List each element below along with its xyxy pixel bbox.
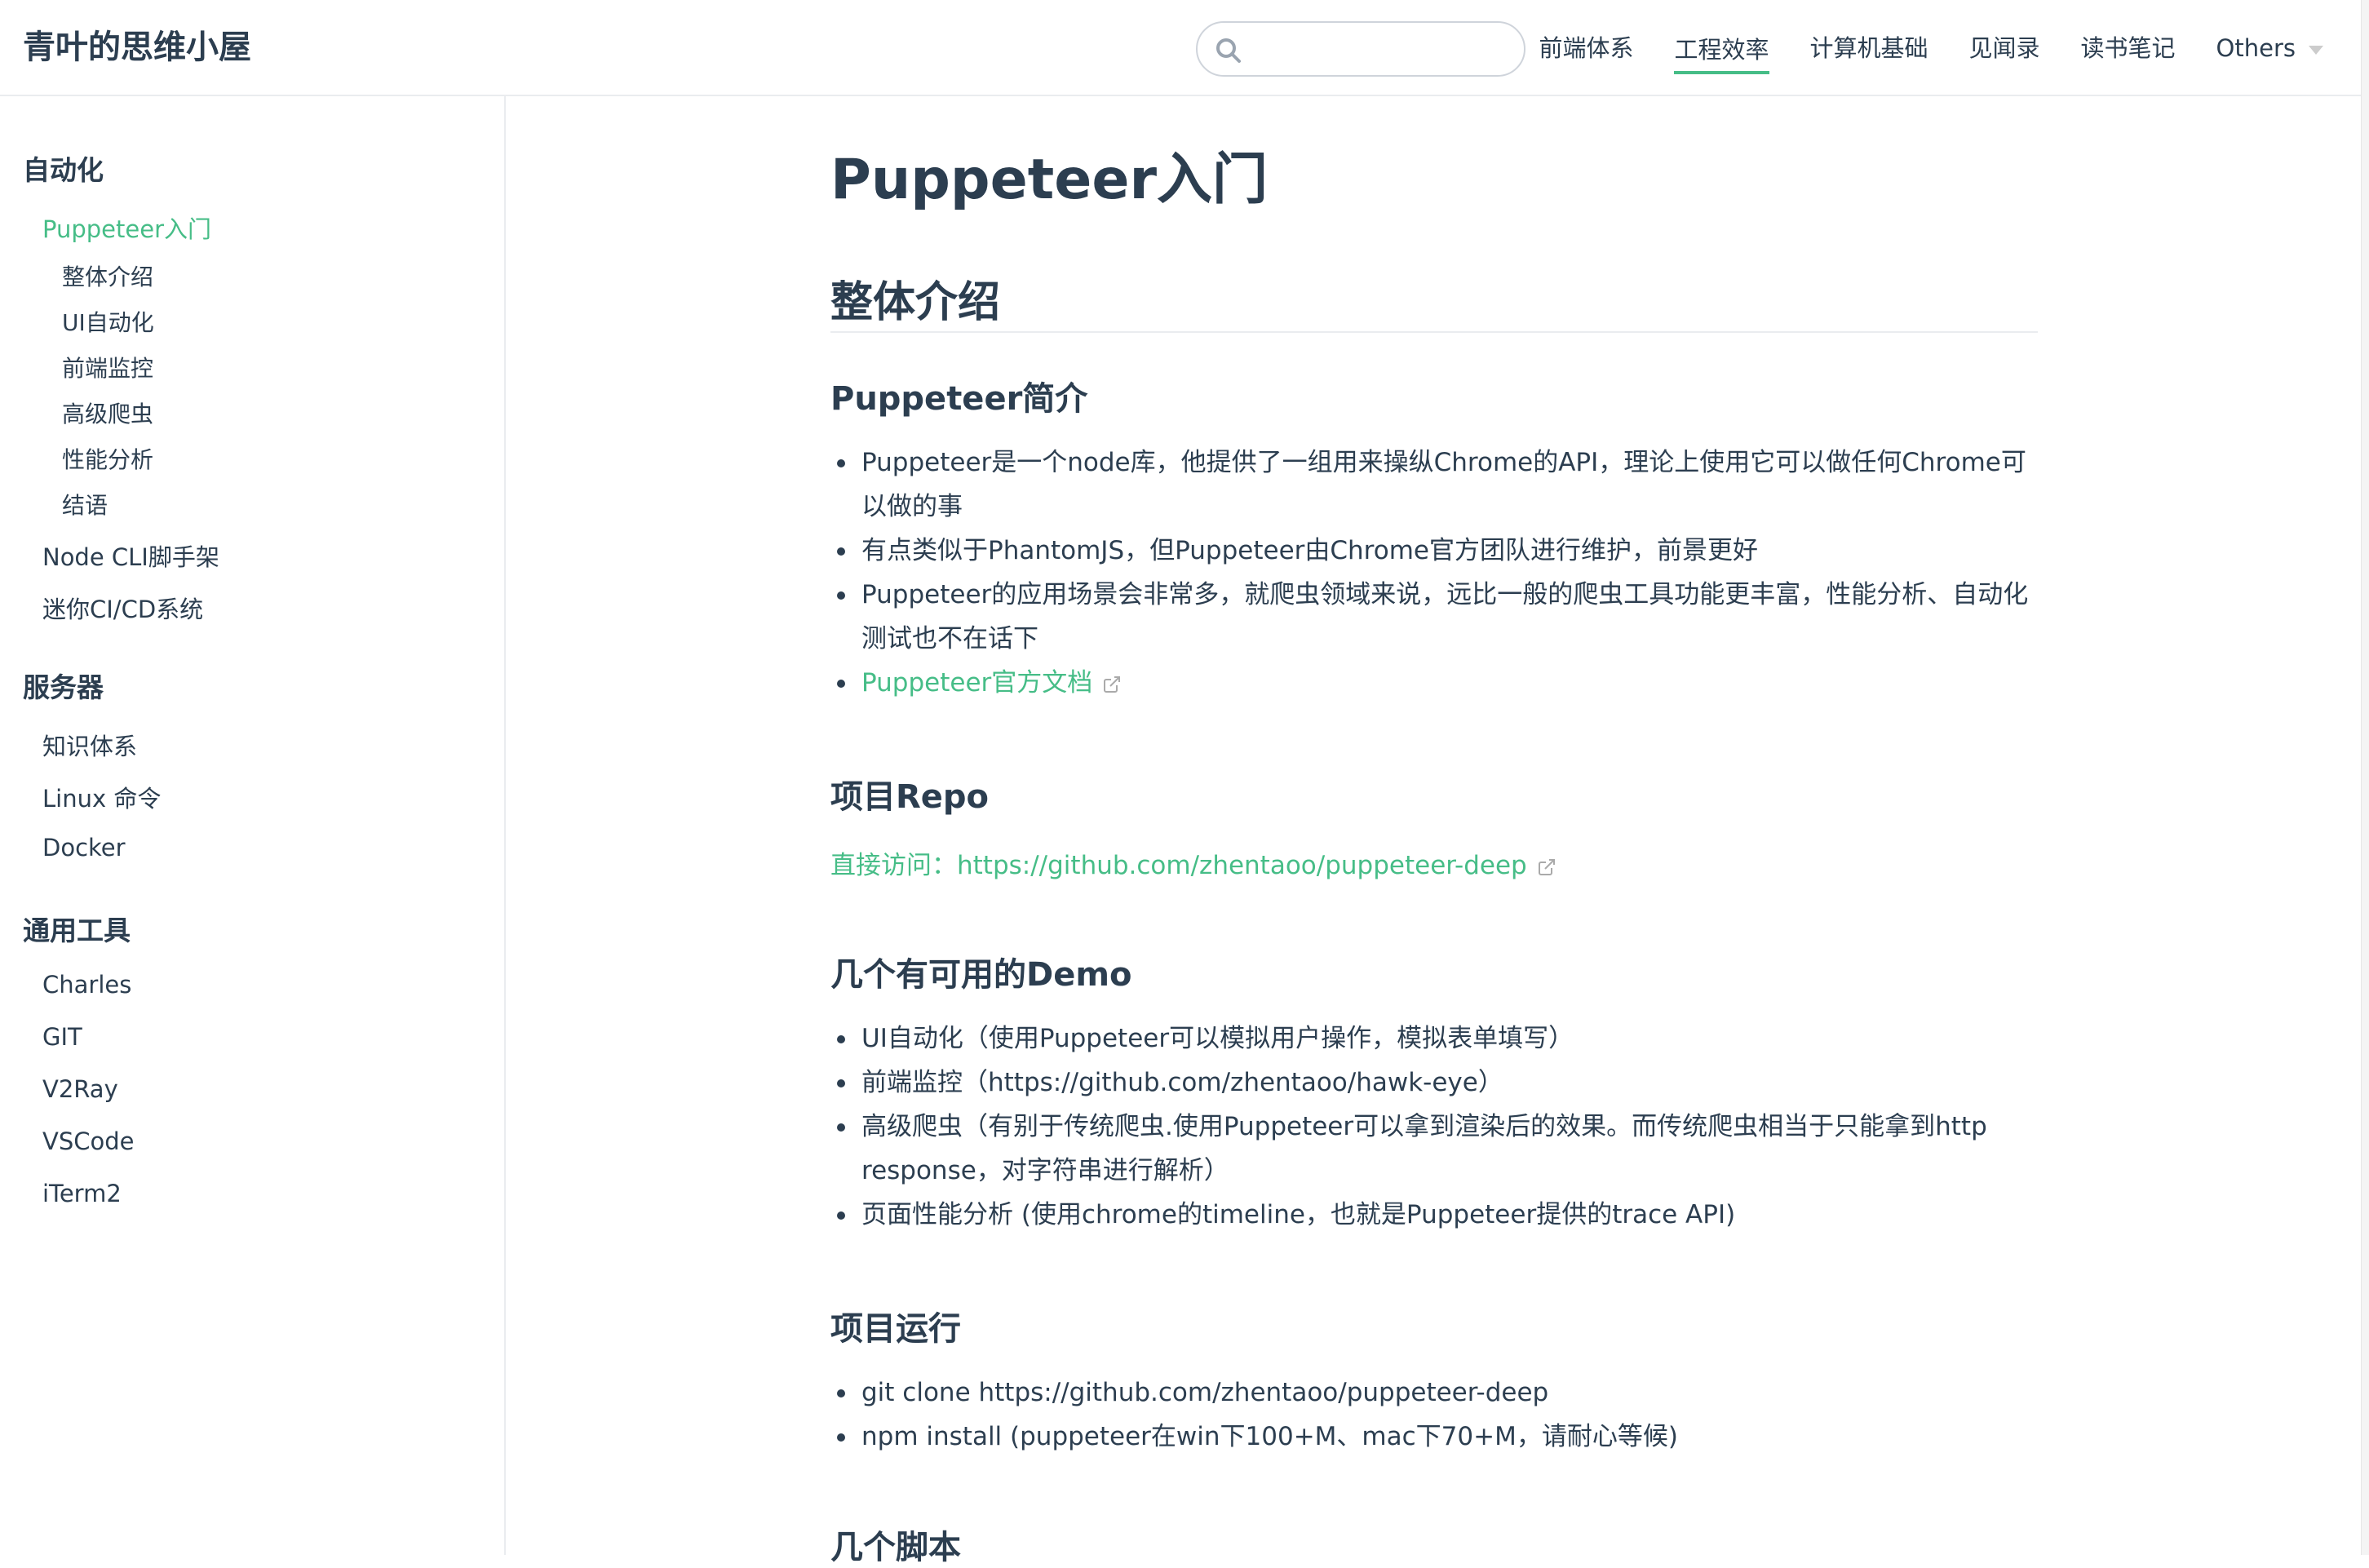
list-item: 高级爬虫（有别于传统爬虫.使用Puppeteer可以拿到渲染后的效果。而传统爬虫… [830, 1105, 2038, 1193]
top-navbar: 青叶的思维小屋 前端体系 工程效率 计算机基础 见闻录 读书笔记 Others [0, 0, 2369, 96]
nav-item-others-dropdown[interactable]: Others [2216, 24, 2323, 73]
list-item: 前端监控（https://github.com/zhentaoo/hawk-ey… [830, 1061, 2038, 1105]
external-link-icon [1538, 858, 1555, 875]
nav-item-frontend[interactable]: 前端体系 [1539, 24, 1633, 73]
search-icon [1216, 38, 1241, 63]
sidebar-item-mini-cicd[interactable]: 迷你CI/CD系统 [42, 591, 203, 625]
sidebar-group-title-server[interactable]: 服务器 [23, 666, 104, 705]
list-item: Puppeteer的应用场景会非常多，就爬虫领域来说，远比一般的爬虫工具功能更丰… [830, 573, 2038, 661]
list-item: npm install (puppeteer在win下100+M、mac下70+… [830, 1415, 2038, 1459]
heading-puppeteer-intro: Puppeteer简介 [830, 380, 1088, 418]
sidebar-item-v2ray[interactable]: V2Ray [42, 1075, 118, 1103]
page-scrollbar[interactable] [2361, 0, 2369, 1555]
nav-item-reading-notes[interactable]: 读书笔记 [2081, 24, 2176, 73]
nav-item-cs-basics[interactable]: 计算机基础 [1810, 24, 1928, 73]
heading-demos: 几个有可用的Demo [830, 956, 1132, 994]
demos-bullet-list: UI自动化（使用Puppeteer可以模拟用户操作，模拟表单填写） 前端监控（h… [830, 1017, 2038, 1237]
sidebar-subitem-conclusion[interactable]: 结语 [62, 488, 108, 520]
sidebar-subitem-frontend-monitoring[interactable]: 前端监控 [62, 351, 153, 383]
sidebar-group-title-tools[interactable]: 通用工具 [23, 909, 131, 948]
sidebar-subitem-performance[interactable]: 性能分析 [62, 442, 153, 475]
nav-item-engineering[interactable]: 工程效率 [1674, 29, 1769, 74]
sidebar-subitem-advanced-crawler[interactable]: 高级爬虫 [62, 396, 153, 429]
nav-item-journal[interactable]: 见闻录 [1969, 24, 2040, 73]
heading-project-repo: 项目Repo [830, 778, 990, 816]
sidebar-item-iterm2[interactable]: iTerm2 [42, 1180, 122, 1207]
sidebar-item-linux-commands[interactable]: Linux 命令 [42, 780, 161, 814]
section-heading-overview: 整体介绍 [830, 278, 1001, 327]
list-item: UI自动化（使用Puppeteer可以模拟用户操作，模拟表单填写） [830, 1017, 2038, 1061]
heading-project-run: 项目运行 [830, 1310, 961, 1348]
sidebar-item-vscode[interactable]: VSCode [42, 1127, 135, 1155]
sidebar-item-puppeteer[interactable]: Puppeteer入门 [42, 210, 211, 245]
repo-paragraph: 直接访问：https://github.com/zhentaoo/puppete… [830, 844, 1556, 888]
intro-bullet-list: Puppeteer是一个node库，他提供了一组用来操纵Chrome的API，理… [830, 441, 2038, 705]
heading-scripts: 几个脚本 [830, 1529, 961, 1566]
chevron-down-icon [2309, 45, 2323, 55]
list-item: 页面性能分析 (使用chrome的timeline，也就是Puppeteer提供… [830, 1193, 2038, 1237]
nav-item-others-label: Others [2216, 34, 2296, 62]
site-title-link[interactable]: 青叶的思维小屋 [23, 23, 251, 72]
sidebar: 自动化 Puppeteer入门 整体介绍 UI自动化 前端监控 高级爬虫 性能分… [0, 96, 506, 1555]
search-box[interactable] [1196, 21, 1525, 77]
puppeteer-docs-link[interactable]: Puppeteer官方文档 [861, 668, 1092, 698]
repo-link[interactable]: 直接访问：https://github.com/zhentaoo/puppete… [830, 851, 1527, 880]
sidebar-item-node-cli[interactable]: Node CLI脚手架 [42, 538, 219, 573]
external-link-icon [1104, 675, 1121, 693]
search-input[interactable] [1251, 28, 1512, 70]
sidebar-subitem-ui-automation[interactable]: UI自动化 [62, 305, 154, 338]
sidebar-item-charles[interactable]: Charles [42, 971, 131, 999]
list-item: git clone https://github.com/zhentaoo/pu… [830, 1371, 2038, 1415]
nav-links: 前端体系 工程效率 计算机基础 见闻录 读书笔记 Others [1498, 0, 2323, 96]
list-item-doc-link: Puppeteer官方文档 [830, 661, 2038, 705]
sidebar-subitem-overview[interactable]: 整体介绍 [62, 259, 153, 292]
sidebar-item-knowledge-system[interactable]: 知识体系 [42, 728, 137, 762]
page-title: Puppeteer入门 [830, 148, 1268, 212]
sidebar-group-title-automation[interactable]: 自动化 [23, 148, 104, 188]
list-item: Puppeteer是一个node库，他提供了一组用来操纵Chrome的API，理… [830, 441, 2038, 529]
section-divider [830, 331, 2038, 333]
sidebar-item-docker[interactable]: Docker [42, 834, 126, 862]
run-bullet-list: git clone https://github.com/zhentaoo/pu… [830, 1371, 2038, 1459]
list-item: 有点类似于PhantomJS，但Puppeteer由Chrome官方团队进行维护… [830, 529, 2038, 573]
sidebar-item-git[interactable]: GIT [42, 1023, 82, 1051]
